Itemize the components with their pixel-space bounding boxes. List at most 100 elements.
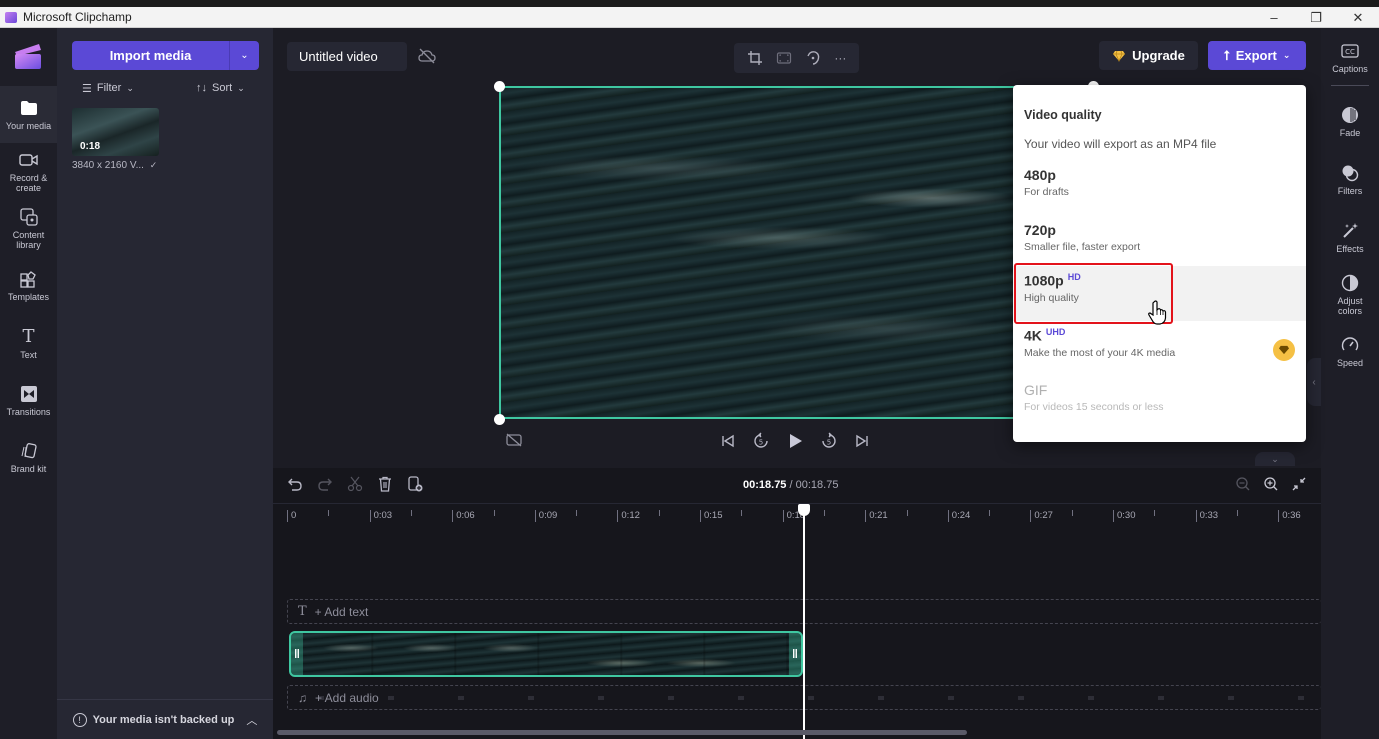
speed-icon [1340,335,1360,355]
rewind-5s-icon[interactable]: 5 [752,432,770,450]
collapse-properties-button[interactable]: ‹ [1307,358,1321,406]
nav-transitions[interactable]: Transitions [0,384,57,417]
ruler-minor-tick [658,510,660,516]
preview-toolbar: ··· [734,43,859,73]
skip-to-start-icon[interactable] [720,433,736,449]
ruler-tick-label: 0:36 [1278,510,1301,522]
export-button[interactable]: ⭡ Export ⌄ [1208,41,1306,70]
nav-text[interactable]: T Text [0,327,57,361]
effects-icon [1340,221,1360,241]
ruler-minor-tick [741,510,743,516]
more-options-icon[interactable]: ··· [834,51,846,65]
right-item-speed[interactable]: Speed [1321,335,1379,368]
ruler-minor-tick [576,510,578,516]
quality-option-480p[interactable]: 480p For drafts [1013,161,1306,216]
media-thumbnail[interactable]: 0:18 [72,108,159,156]
ruler-minor-tick [1154,510,1156,516]
ruler-tick-label: 0:21 [865,510,888,522]
import-media-label[interactable]: Import media [72,41,230,70]
transitions-icon [19,384,39,404]
right-panel: CC Captions Fade Filters Effects Adjust … [1321,28,1379,739]
hand-pointer-cursor [1147,300,1169,326]
ruler-tick-label: 0:27 [1030,510,1053,522]
timeline-ruler[interactable]: 0 0:03 0:06 0:09 0:12 0:15 0:18 0:21 0:24 0:27 0:3… [273,503,1321,525]
ruler-tick-label: 0:15 [700,510,723,522]
zoom-out-icon[interactable] [1235,476,1251,492]
resize-handle[interactable] [494,414,505,425]
menu-heading: Video quality [1024,108,1102,122]
option-description: Make the most of your 4K media [1024,346,1176,359]
quality-option-gif[interactable]: GIF For videos 15 seconds or less [1013,376,1306,431]
media-duration: 0:18 [80,141,101,152]
add-text-label: + Add text [314,604,369,619]
resize-handle[interactable] [494,81,505,92]
adjust-colors-icon [1340,273,1360,293]
backup-notice[interactable]: ! Your media isn't backed up ︿ [57,699,273,739]
fit-icon[interactable] [776,50,792,66]
fit-timeline-icon[interactable] [1291,476,1307,492]
right-item-fade[interactable]: Fade [1321,105,1379,138]
right-item-filters[interactable]: Filters [1321,163,1379,196]
nav-brand-kit[interactable]: Brand kit [0,441,57,474]
chevron-down-icon[interactable]: ⌄ [230,41,259,70]
crop-icon[interactable] [747,50,763,66]
captions-icon: CC [1340,41,1360,61]
nav-label: Content library [12,230,45,250]
minimize-button[interactable]: – [1253,7,1295,28]
quality-option-4k[interactable]: 4K UHD Make the most of your 4K media [1013,321,1306,376]
video-clip[interactable]: ‖ ‖ [289,631,803,677]
playhead-handle[interactable] [798,504,810,516]
right-item-label: Adjust colors [1337,296,1363,316]
window-title: Microsoft Clipchamp [23,10,132,24]
option-title: 4K [1024,327,1042,344]
filter-label: Filter [96,82,122,94]
import-media-button[interactable]: Import media ⌄ [72,41,259,70]
add-to-timeline-icon[interactable] [407,476,423,492]
upgrade-button[interactable]: Upgrade [1099,41,1198,70]
right-item-captions[interactable]: CC Captions [1321,41,1379,74]
filter-button[interactable]: ☰ Filter ⌄ [82,78,134,98]
playhead[interactable] [803,506,805,739]
timeline-scrollbar[interactable] [277,730,967,735]
split-icon[interactable] [347,476,363,492]
right-item-adjust-colors[interactable]: Adjust colors [1321,273,1379,316]
nav-your-media[interactable]: Your media [0,86,57,143]
zoom-in-icon[interactable] [1263,476,1279,492]
ruler-minor-tick [493,510,495,516]
nav-templates[interactable]: Templates [0,269,57,302]
nav-record-create[interactable]: Record & create [0,150,57,193]
menu-subheading: Your video will export as an MP4 file [1024,137,1217,151]
media-filename: 3840 x 2160 V... [72,160,144,171]
collapse-timeline-button[interactable]: ⌄ [1255,452,1295,466]
forward-5s-icon[interactable]: 5 [820,432,838,450]
project-title-input[interactable]: Untitled video [287,42,407,71]
delete-icon[interactable] [377,476,393,492]
video-preview[interactable] [499,86,1093,419]
nav-content-library[interactable]: Content library [0,207,57,250]
ruler-minor-tick [989,510,991,516]
redo-icon[interactable] [317,476,333,492]
rotate-icon[interactable] [805,50,821,66]
current-time: 00:18.75 [743,479,787,491]
timeline-zoom-controls [1235,476,1307,492]
undo-icon[interactable] [287,476,303,492]
sort-button[interactable]: ↑↓ Sort ⌄ [196,78,245,98]
clip-trim-handle-left[interactable]: ‖ [291,633,303,675]
cloud-off-icon[interactable] [417,46,439,68]
chevron-up-icon[interactable]: ︿ [246,712,257,728]
nav-label: Record & create [9,173,48,193]
check-icon: ✓ [149,160,158,170]
right-item-label: Speed [1336,358,1364,368]
upload-icon: ⭡ [1223,47,1230,63]
captions-off-icon[interactable] [505,432,523,448]
maximize-button[interactable]: ❐ [1295,7,1337,28]
timeline-toolbar [287,476,423,492]
ruler-minor-tick [328,510,330,516]
app-icon [5,11,17,23]
play-icon[interactable] [786,432,804,450]
right-item-effects[interactable]: Effects [1321,221,1379,254]
close-button[interactable]: ✕ [1337,7,1379,28]
skip-to-end-icon[interactable] [854,433,870,449]
clip-trim-handle-right[interactable]: ‖ [789,633,801,675]
media-label: 3840 x 2160 V... ✓ [72,160,157,171]
